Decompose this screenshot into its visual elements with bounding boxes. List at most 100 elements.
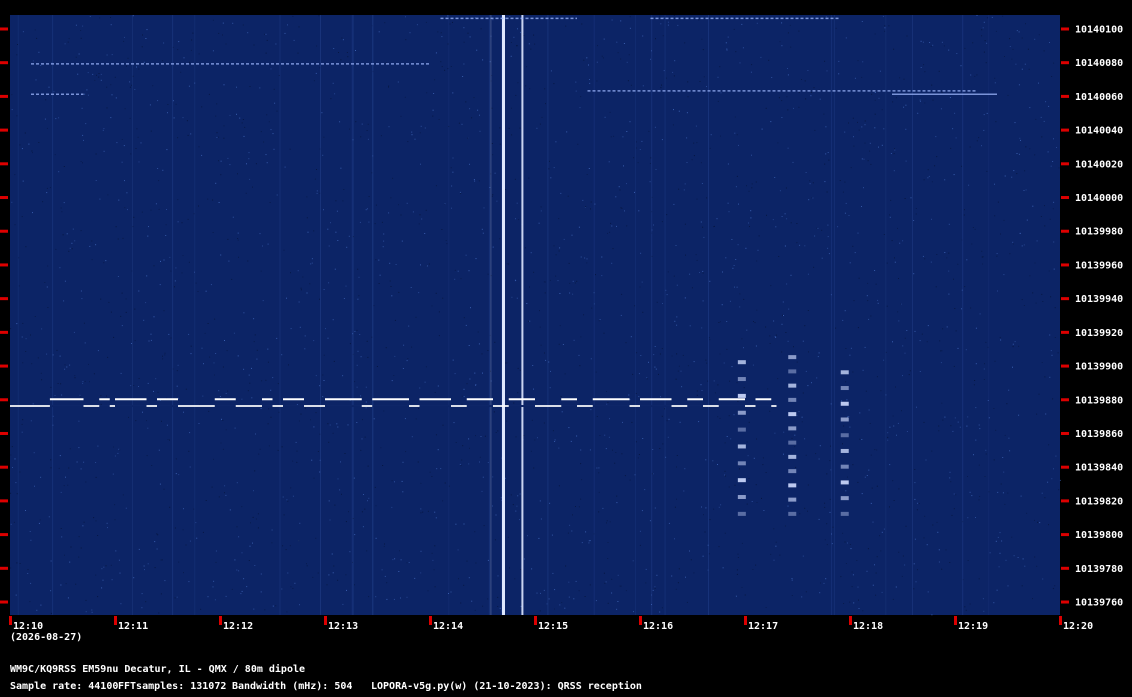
noise-speck xyxy=(826,544,828,546)
noise-speck xyxy=(747,455,749,457)
noise-speck xyxy=(1008,437,1010,439)
noise-speck xyxy=(1002,492,1004,494)
noise-speck xyxy=(985,453,987,455)
noise-speck xyxy=(157,168,159,169)
noise-speck xyxy=(920,67,922,68)
noise-speck xyxy=(147,235,149,237)
noise-speck xyxy=(529,286,530,288)
noise-speck xyxy=(25,351,27,352)
noise-speck xyxy=(765,607,767,608)
noise-speck xyxy=(91,611,93,613)
noise-speck xyxy=(64,364,66,366)
noise-speck xyxy=(219,396,221,397)
noise-speck xyxy=(648,130,650,132)
noise-speck xyxy=(627,80,629,82)
noise-speck xyxy=(84,93,86,95)
noise-speck xyxy=(748,421,750,423)
noise-speck xyxy=(936,254,938,255)
noise-speck xyxy=(483,525,485,527)
signal-dot xyxy=(737,511,746,516)
y-tick-left xyxy=(0,196,8,200)
noise-speck xyxy=(609,418,610,420)
noise-speck xyxy=(869,423,871,424)
noise-speck xyxy=(61,394,63,396)
noise-speck xyxy=(601,55,603,57)
noise-speck xyxy=(463,396,465,398)
noise-speck xyxy=(56,349,58,351)
noise-speck xyxy=(921,333,923,335)
noise-speck xyxy=(10,567,12,569)
noise-speck xyxy=(275,605,277,607)
noise-speck xyxy=(222,22,224,24)
noise-speck xyxy=(1052,161,1054,162)
noise-speck xyxy=(391,380,393,382)
noise-speck xyxy=(639,544,641,546)
noise-speck xyxy=(851,586,853,588)
noise-speck xyxy=(66,366,68,368)
noise-speck xyxy=(677,582,679,584)
noise-speck xyxy=(1002,457,1004,458)
y-tick-left xyxy=(0,533,8,537)
noise-speck xyxy=(339,489,341,491)
noise-speck xyxy=(812,182,814,184)
noise-speck xyxy=(709,519,711,521)
noise-speck xyxy=(364,436,366,438)
noise-speck xyxy=(310,263,312,265)
noise-speck xyxy=(434,511,436,513)
noise-speck xyxy=(685,254,686,256)
noise-speck xyxy=(68,250,70,252)
noise-speck xyxy=(684,223,686,225)
noise-speck xyxy=(237,173,238,175)
noise-speck xyxy=(698,421,700,423)
noise-speck xyxy=(975,407,977,409)
noise-speck xyxy=(208,93,210,95)
noise-speck xyxy=(616,608,618,610)
noise-speck xyxy=(1034,262,1036,264)
noise-speck xyxy=(725,42,727,44)
signal-dot xyxy=(788,383,797,388)
noise-speck xyxy=(516,505,518,507)
noise-speck xyxy=(261,380,263,382)
noise-speck xyxy=(342,603,344,605)
noise-speck xyxy=(857,121,858,123)
noise-speck xyxy=(177,137,179,139)
noise-speck xyxy=(626,61,628,63)
noise-speck xyxy=(928,175,930,177)
noise-speck xyxy=(178,41,180,43)
noise-speck xyxy=(515,510,517,512)
noise-speck xyxy=(404,96,406,98)
noise-speck xyxy=(470,307,471,309)
noise-speck xyxy=(662,35,664,37)
noise-speck xyxy=(237,238,239,239)
noise-speck xyxy=(767,388,769,390)
noise-speck xyxy=(120,603,122,605)
noise-speck xyxy=(16,323,18,325)
noise-speck xyxy=(46,286,48,288)
noise-speck xyxy=(417,461,419,463)
noise-speck xyxy=(248,374,250,376)
noise-speck xyxy=(298,301,300,303)
noise-speck xyxy=(492,505,493,507)
noise-speck xyxy=(253,608,255,610)
noise-speck xyxy=(153,316,155,318)
noise-speck xyxy=(924,102,926,104)
noise-speck xyxy=(531,419,533,421)
noise-speck xyxy=(252,186,253,188)
noise-speck xyxy=(924,71,926,73)
noise-speck xyxy=(785,187,787,189)
noise-speck xyxy=(266,39,268,41)
noise-speck xyxy=(756,309,758,311)
noise-speck xyxy=(888,25,890,27)
noise-speck xyxy=(201,154,203,156)
noise-speck xyxy=(160,260,161,262)
noise-speck xyxy=(231,278,233,280)
noise-speck xyxy=(167,104,169,105)
signal-dot xyxy=(788,497,797,502)
y-tick-label: 10139820 xyxy=(1075,496,1123,507)
noise-speck xyxy=(209,356,211,358)
noise-speck xyxy=(1036,413,1038,415)
noise-speck xyxy=(1007,492,1009,494)
noise-speck xyxy=(357,298,359,300)
noise-speck xyxy=(751,64,753,66)
noise-speck xyxy=(211,486,213,488)
